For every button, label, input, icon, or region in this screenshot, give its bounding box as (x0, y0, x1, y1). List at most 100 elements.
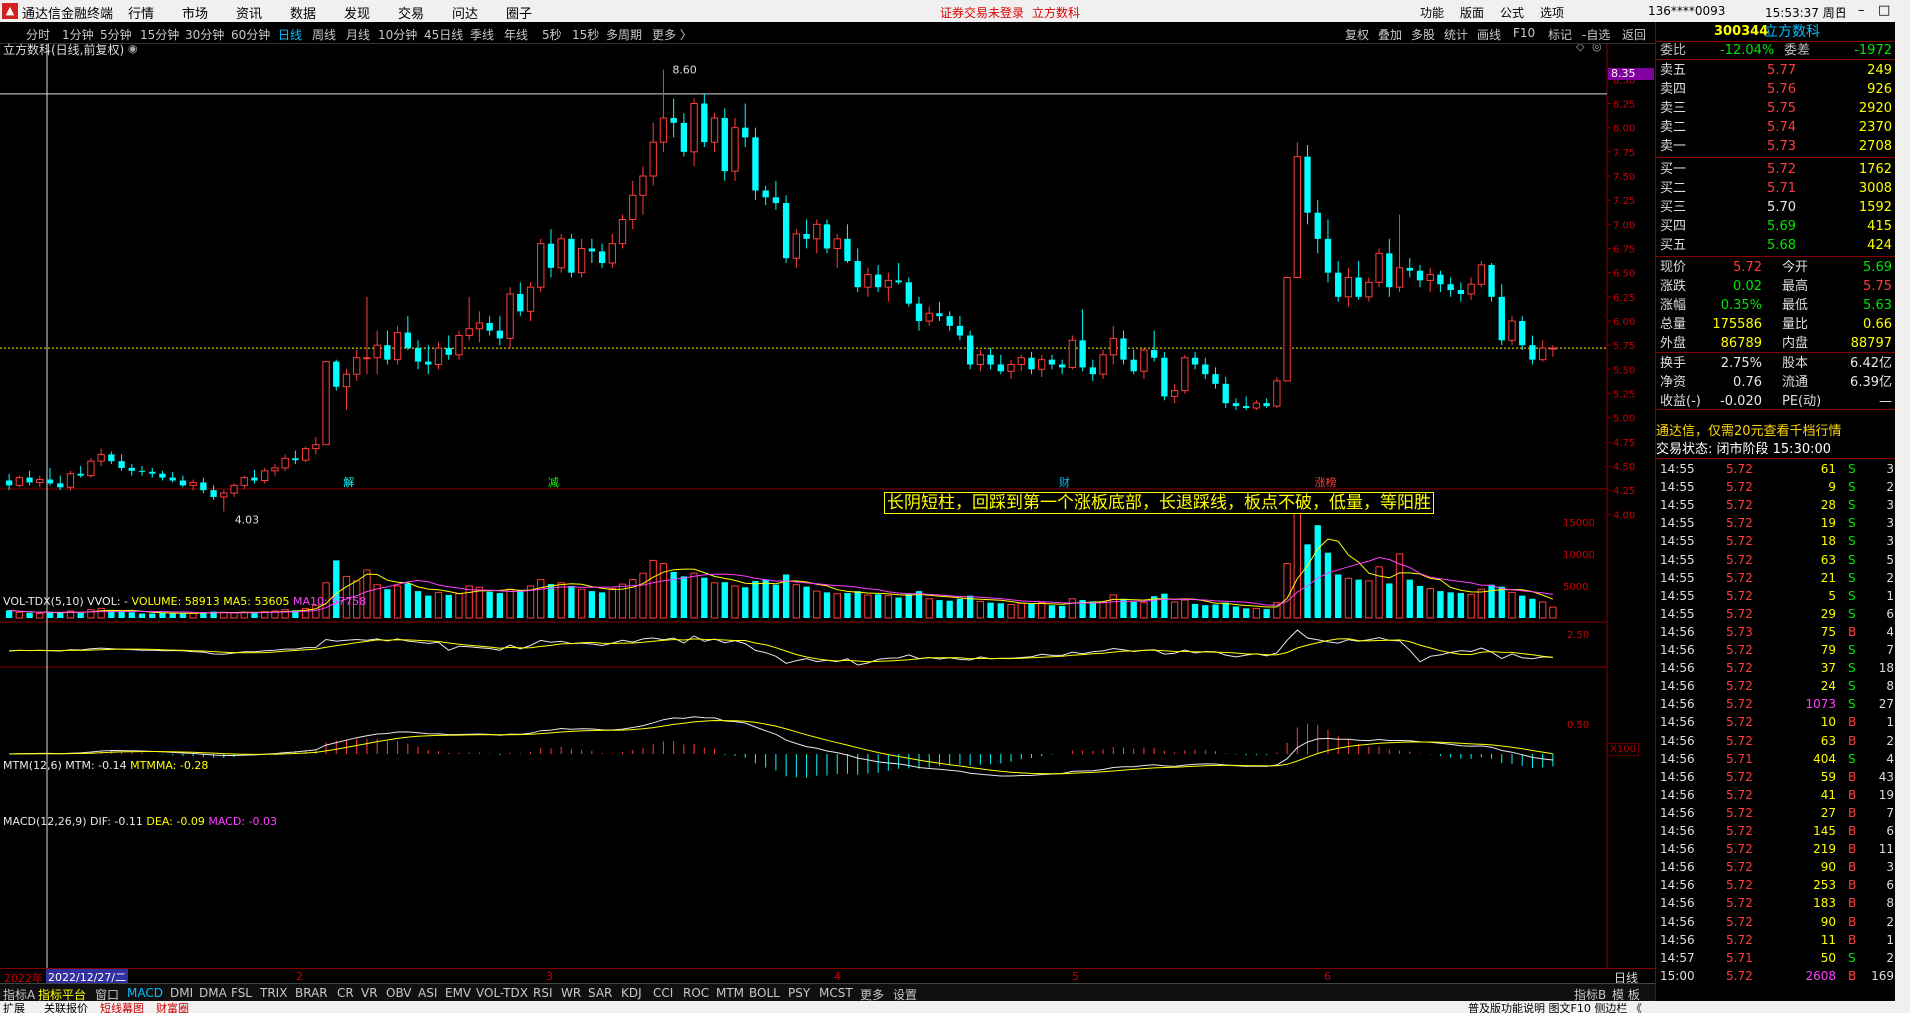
menu-layout[interactable]: 版面 (1460, 4, 1484, 21)
bid-volume: 1762 (1858, 162, 1892, 177)
tool-multi[interactable]: 多股 (1411, 26, 1435, 43)
period-tab[interactable]: 月线 (346, 26, 370, 43)
menu-formula[interactable]: 公式 (1500, 4, 1524, 21)
tab-mcst[interactable]: MCST (819, 986, 853, 1000)
tab-psy[interactable]: PSY (788, 986, 810, 1000)
tool-f10[interactable]: F10 (1513, 26, 1535, 40)
tool-watchlist[interactable]: -自选 (1582, 26, 1610, 43)
back-arrow-icon[interactable]: ‹ (1838, 3, 1843, 18)
tab-obv[interactable]: OBV (386, 986, 412, 1000)
upgrade-ad[interactable]: 通达信，仅需20元查看千档行情 (1656, 423, 1896, 441)
ask-label: 卖四 (1660, 82, 1687, 97)
ask-label: 卖五 (1660, 63, 1687, 78)
dropdown-icon[interactable]: ◉ (128, 42, 138, 55)
volume-bar (762, 579, 769, 618)
candle-body (1089, 367, 1096, 375)
tab-brar[interactable]: BRAR (295, 986, 328, 1000)
tab-wr[interactable]: WR (561, 986, 581, 1000)
period-tab[interactable]: 15秒 (572, 26, 599, 43)
tool-draw[interactable]: 画线 (1477, 26, 1501, 43)
minimize-icon[interactable]: – (1858, 3, 1865, 18)
tab-dmi[interactable]: DMI (170, 986, 193, 1000)
tool-overlay[interactable]: 叠加 (1378, 26, 1402, 43)
status-expand[interactable]: 扩展 (3, 1001, 25, 1013)
bid-row[interactable]: 买一 5.72 1762 (1656, 161, 1896, 179)
ask-row[interactable]: 卖三 5.75 2920 (1656, 100, 1896, 118)
account-id[interactable]: 136****0093 (1648, 4, 1725, 18)
period-tab[interactable]: 周线 (312, 26, 336, 43)
tab-dma[interactable]: DMA (199, 986, 227, 1000)
tab-trix[interactable]: TRIX (260, 986, 287, 1000)
menu-options[interactable]: 选项 (1540, 4, 1564, 21)
bid-row[interactable]: 买三 5.70 1592 (1656, 199, 1896, 217)
ask-row[interactable]: 卖五 5.77 249 (1656, 62, 1896, 80)
tool-back[interactable]: 返回 (1622, 26, 1646, 43)
tab-roc[interactable]: ROC (683, 986, 709, 1000)
bid-label: 买四 (1660, 219, 1687, 234)
tab-cci[interactable]: CCI (653, 986, 673, 1000)
tab-cr[interactable]: CR (337, 986, 354, 1000)
tick-list[interactable]: 14:55 5.72 61 S 3 14:55 5.72 9 S 2 14:55 5.72 28 S 3 14… (1656, 460, 1896, 1000)
period-tab[interactable]: 5秒 (542, 26, 562, 43)
tab-sar[interactable]: SAR (588, 986, 612, 1000)
menu-circle[interactable]: 圈子 (506, 3, 532, 22)
tab-mtm[interactable]: MTM (716, 986, 744, 1000)
period-tab[interactable]: 10分钟 (378, 26, 417, 43)
tool-mark[interactable]: 标记 (1548, 26, 1572, 43)
menu-discover[interactable]: 发现 (344, 3, 370, 22)
tick-count: 3 (1886, 860, 1894, 875)
candle-body (384, 345, 391, 360)
tick-price: 5.72 (1726, 842, 1753, 857)
volume-bar (1252, 607, 1261, 619)
tab-fsl[interactable]: FSL (231, 986, 252, 1000)
chart-area[interactable]: 8.50 8.25 8.00 7.75 7.50 7.25 7.00 6.75 6.50 6.25… (0, 42, 1655, 972)
status-short[interactable]: 短线幕图 (100, 1001, 144, 1013)
menu-market[interactable]: 市场 (182, 3, 208, 22)
candle-body (864, 274, 872, 288)
period-tab[interactable]: 季线 (470, 26, 494, 43)
period-tab[interactable]: 年线 (504, 26, 528, 43)
menu-news[interactable]: 资讯 (236, 3, 262, 22)
period-tab-active[interactable]: 日线 (278, 26, 302, 43)
tab-rsi[interactable]: RSI (533, 986, 553, 1000)
bid-row[interactable]: 买二 5.71 3008 (1656, 180, 1896, 198)
stat-value: 88797 (1850, 336, 1892, 351)
bid-row[interactable]: 买五 5.68 424 (1656, 237, 1896, 255)
tab-boll[interactable]: BOLL (749, 986, 780, 1000)
tool-adjust[interactable]: 复权 (1345, 26, 1369, 43)
tab-emv[interactable]: EMV (445, 986, 471, 1000)
menu-ask[interactable]: 问达 (452, 3, 478, 22)
stat-value: 5.75 (1863, 279, 1892, 294)
status-right[interactable]: 普及版功能说明 图文F10 侧边栏 《 (1468, 1001, 1642, 1013)
status-related[interactable]: 关联报价 (44, 1001, 88, 1013)
menu-function[interactable]: 功能 (1420, 4, 1444, 21)
bid-row[interactable]: 买四 5.69 415 (1656, 218, 1896, 236)
restore-icon[interactable]: □ (1878, 3, 1890, 18)
status-wealth[interactable]: 财富圈 (156, 1001, 189, 1013)
menu-data[interactable]: 数据 (290, 3, 316, 22)
period-tab[interactable]: 多周期 (606, 26, 642, 43)
tab-vol-tdx[interactable]: VOL-TDX (476, 986, 528, 1000)
tick-volume: 19 (1820, 516, 1836, 531)
tab-vr[interactable]: VR (361, 986, 378, 1000)
candle-body (1529, 345, 1536, 360)
ask-row[interactable]: 卖一 5.73 2708 (1656, 138, 1896, 156)
tick-volume: 253 (1813, 878, 1836, 893)
login-notice[interactable]: 证券交易未登录 (940, 4, 1024, 21)
period-tab[interactable]: 60分钟 (231, 26, 270, 43)
menu-quotes[interactable]: 行情 (128, 3, 154, 22)
annotation-note[interactable]: 长阴短柱，回踩到第一个涨板底部，长退踩线，板点不破，低量，等阳胜 (884, 492, 1434, 514)
tool-stats[interactable]: 统计 (1444, 26, 1468, 43)
side-toolbar[interactable] (1895, 22, 1910, 1001)
ask-row[interactable]: 卖二 5.74 2370 (1656, 119, 1896, 137)
more-periods[interactable]: 更多 〉 (652, 26, 692, 43)
tab-macd[interactable]: MACD (127, 986, 163, 1000)
period-tab[interactable]: 30分钟 (185, 26, 224, 43)
menu-trade[interactable]: 交易 (398, 3, 424, 22)
period-tab[interactable]: 15分钟 (140, 26, 179, 43)
period-tab[interactable]: 45日线 (424, 26, 463, 43)
volume-bar (1099, 601, 1107, 619)
tab-kdj[interactable]: KDJ (621, 986, 642, 1000)
ask-row[interactable]: 卖四 5.76 926 (1656, 81, 1896, 99)
tab-asi[interactable]: ASI (418, 986, 437, 1000)
